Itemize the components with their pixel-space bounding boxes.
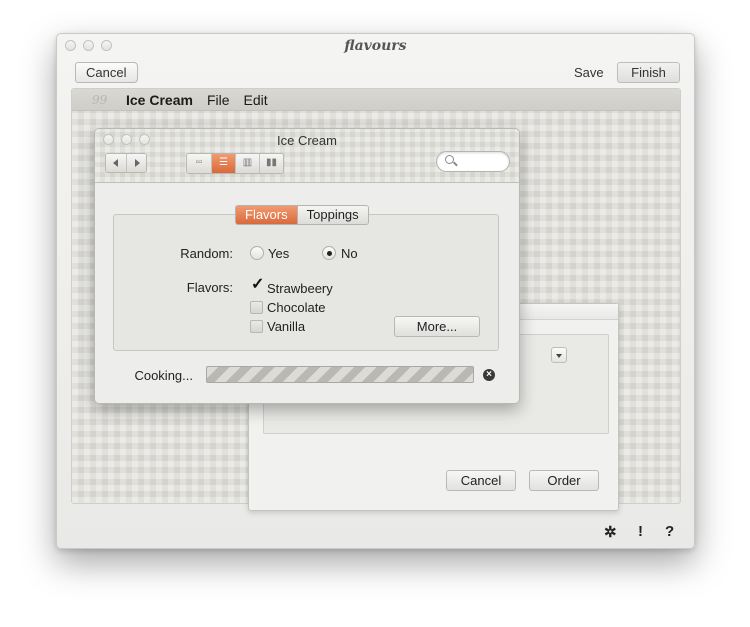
column-view-icon[interactable]: ▥: [235, 154, 259, 173]
nav-buttons: [105, 153, 147, 173]
cancel-button[interactable]: Cancel: [75, 62, 139, 83]
menu-file[interactable]: File: [207, 92, 230, 108]
menubar: 99 Ice Cream File Edit: [72, 89, 680, 111]
order-cancel-button[interactable]: Cancel: [446, 470, 516, 491]
checkbox-strawbeery-label: Strawbeery: [267, 281, 333, 296]
checkbox-chocolate[interactable]: [250, 301, 263, 314]
menu-app-name[interactable]: Ice Cream: [126, 92, 193, 108]
radio-yes-label: Yes: [268, 246, 290, 261]
dialog-title: Ice Cream: [277, 133, 337, 148]
forward-arrow-icon[interactable]: [126, 154, 146, 172]
app-logo-icon: 99: [92, 92, 108, 107]
tab-switcher: Flavors Toppings: [235, 205, 369, 225]
ice-cream-dialog: Ice Cream ▫▫ ☰ ▥ ▮▮ Flavors Toppings Ran…: [94, 128, 520, 404]
cooking-label: Cooking...: [134, 368, 193, 383]
window-title: flavours: [344, 38, 407, 54]
finish-button[interactable]: Finish: [617, 62, 680, 83]
radio-yes[interactable]: [250, 246, 264, 260]
checkbox-strawbeery[interactable]: ✓: [250, 277, 264, 295]
tab-flavors[interactable]: Flavors: [236, 206, 297, 224]
view-switcher: ▫▫ ☰ ▥ ▮▮: [186, 153, 284, 174]
search-input[interactable]: [436, 151, 510, 172]
list-view-icon[interactable]: ☰: [211, 154, 235, 173]
checkbox-chocolate-label: Chocolate: [267, 300, 326, 315]
search-icon: [445, 155, 454, 164]
random-label: Random:: [180, 246, 233, 261]
popup-chevron-down-icon[interactable]: [551, 347, 567, 363]
checkbox-vanilla[interactable]: [250, 320, 263, 333]
more-button[interactable]: More...: [394, 316, 480, 337]
menu-edit[interactable]: Edit: [244, 92, 268, 108]
stop-icon[interactable]: ×: [483, 369, 495, 381]
tab-toppings[interactable]: Toppings: [296, 206, 368, 224]
radio-no-label: No: [341, 246, 358, 261]
order-button[interactable]: Order: [529, 470, 599, 491]
icon-view-icon[interactable]: ▫▫: [187, 154, 211, 173]
alert-icon[interactable]: !: [638, 523, 643, 540]
coverflow-view-icon[interactable]: ▮▮: [259, 154, 283, 173]
back-arrow-icon[interactable]: [106, 154, 126, 172]
save-button[interactable]: Save: [574, 65, 604, 80]
cooking-progress-bar: [206, 366, 474, 383]
checkbox-vanilla-label: Vanilla: [267, 319, 306, 334]
gear-icon[interactable]: ✲: [604, 523, 617, 541]
radio-no[interactable]: [322, 246, 336, 260]
flavors-label: Flavors:: [186, 280, 233, 295]
help-icon[interactable]: ?: [665, 523, 674, 540]
checkmark-icon: ✓: [251, 276, 265, 293]
dialog-toolbar: Ice Cream ▫▫ ☰ ▥ ▮▮: [95, 129, 519, 183]
